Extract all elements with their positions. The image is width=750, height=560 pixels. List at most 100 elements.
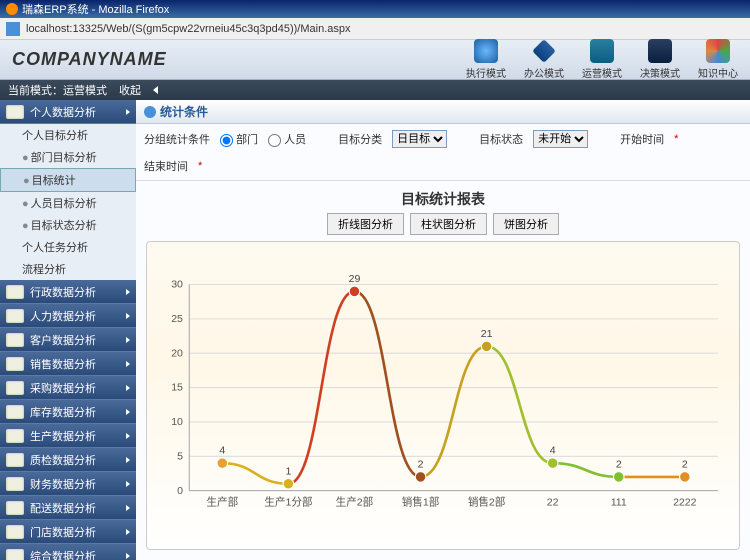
- sidebar-row-11[interactable]: 门店数据分析: [0, 520, 136, 544]
- svg-text:4: 4: [219, 445, 225, 457]
- chart-tab-0[interactable]: 折线图分析: [327, 213, 404, 235]
- folder-icon: [6, 429, 24, 443]
- class-select[interactable]: 日目标: [392, 130, 447, 148]
- folder-icon: [6, 549, 24, 560]
- favicon-icon: [6, 22, 20, 36]
- class-label: 目标分类: [338, 131, 382, 147]
- topnav-label: 决策模式: [640, 65, 680, 80]
- end-label: 结束时间: [144, 158, 188, 174]
- folder-icon: [6, 357, 24, 371]
- main-panel: 统计条件 分组统计条件 部门 人员 目标分类 日目标 目标状态 未开始 开始时间…: [136, 100, 750, 560]
- mode-bar: 当前模式：运营模式 收起: [0, 80, 750, 100]
- url-bar[interactable]: localhost:13325/Web/(S(gm5cpw22vrneiu45c…: [0, 18, 750, 40]
- topnav-label: 知识中心: [698, 65, 738, 80]
- topnav-4[interactable]: 知识中心: [698, 39, 738, 80]
- chevron-right-icon: [126, 109, 130, 115]
- status-label: 目标状态: [479, 131, 523, 147]
- sidebar-row-2[interactable]: 人力数据分析: [0, 304, 136, 328]
- topnav-icon: [706, 39, 730, 63]
- radio-dept[interactable]: 部门: [220, 131, 258, 147]
- topnav-icon: [474, 39, 498, 63]
- radio-person[interactable]: 人员: [268, 131, 306, 147]
- mode-label: 当前模式：运营模式: [8, 82, 107, 98]
- chart-tab-1[interactable]: 柱状图分析: [410, 213, 487, 235]
- topnav-icon: [532, 39, 556, 63]
- sub-item[interactable]: ●目标统计: [0, 168, 136, 192]
- sidebar: 个人数据分析个人目标分析●部门目标分析●目标统计●人员目标分析●目标状态分析个人…: [0, 100, 136, 560]
- svg-text:10: 10: [171, 416, 183, 428]
- svg-text:2: 2: [616, 458, 622, 470]
- collapse-button[interactable]: 收起: [119, 82, 141, 98]
- sidebar-row-9[interactable]: 财务数据分析: [0, 472, 136, 496]
- status-select[interactable]: 未开始: [533, 130, 588, 148]
- chevron-right-icon: [126, 481, 130, 487]
- svg-text:21: 21: [481, 328, 493, 340]
- browser-titlebar: 瑞森ERP系统 - Mozilla Firefox: [0, 0, 750, 18]
- sidebar-row-3[interactable]: 客户数据分析: [0, 328, 136, 352]
- sidebar-row-1[interactable]: 行政数据分析: [0, 280, 136, 304]
- filter-bar: 分组统计条件 部门 人员 目标分类 日目标 目标状态 未开始 开始时间* 结束时…: [136, 124, 750, 181]
- sub-tail[interactable]: 流程分析: [0, 258, 136, 280]
- chevron-right-icon: [126, 553, 130, 559]
- top-nav: 执行模式 办公模式运营模式 决策模式 知识中心: [466, 39, 738, 80]
- sidebar-label: 行政数据分析: [30, 284, 96, 300]
- topnav-label: 执行模式: [466, 65, 506, 80]
- sidebar-row-12[interactable]: 综合数据分析: [0, 544, 136, 560]
- sidebar-row-4[interactable]: 销售数据分析: [0, 352, 136, 376]
- topnav-2[interactable]: 运营模式: [582, 39, 622, 80]
- folder-icon: [6, 105, 24, 119]
- chevron-right-icon: [126, 337, 130, 343]
- topnav-0[interactable]: 执行模式: [466, 39, 506, 80]
- sidebar-row-7[interactable]: 生产数据分析: [0, 424, 136, 448]
- chevron-right-icon: [126, 457, 130, 463]
- svg-text:4: 4: [550, 445, 556, 457]
- sidebar-row-6[interactable]: 库存数据分析: [0, 400, 136, 424]
- svg-text:生产部: 生产部: [206, 495, 238, 508]
- topnav-1[interactable]: 办公模式: [524, 39, 564, 80]
- sub-head[interactable]: 个人目标分析: [0, 124, 136, 146]
- firefox-icon: [6, 3, 18, 15]
- required-star: *: [674, 133, 678, 145]
- folder-icon: [6, 525, 24, 539]
- chevron-right-icon: [126, 361, 130, 367]
- sidebar-row-8[interactable]: 质检数据分析: [0, 448, 136, 472]
- svg-text:2222: 2222: [673, 496, 697, 508]
- folder-icon: [6, 501, 24, 515]
- collapse-icon[interactable]: [153, 86, 158, 94]
- svg-text:2: 2: [418, 458, 424, 470]
- sidebar-row-5[interactable]: 采购数据分析: [0, 376, 136, 400]
- required-star: *: [198, 160, 202, 172]
- chevron-right-icon: [126, 385, 130, 391]
- topnav-label: 运营模式: [582, 65, 622, 80]
- group-label: 分组统计条件: [144, 131, 210, 147]
- folder-icon: [6, 333, 24, 347]
- svg-text:29: 29: [349, 273, 361, 285]
- chart-tab-2[interactable]: 饼图分析: [493, 213, 559, 235]
- svg-text:销售2部: 销售2部: [468, 495, 506, 508]
- chevron-right-icon: [126, 505, 130, 511]
- folder-icon: [6, 381, 24, 395]
- topnav-icon: [590, 39, 614, 63]
- sidebar-row-0[interactable]: 个人数据分析: [0, 100, 136, 124]
- svg-text:30: 30: [171, 279, 183, 291]
- sidebar-label: 客户数据分析: [30, 332, 96, 348]
- sub-item[interactable]: ●目标状态分析: [0, 214, 136, 236]
- folder-icon: [6, 477, 24, 491]
- svg-text:25: 25: [171, 313, 183, 325]
- sidebar-row-10[interactable]: 配送数据分析: [0, 496, 136, 520]
- panel-title: 统计条件: [160, 103, 208, 120]
- topnav-3[interactable]: 决策模式: [640, 39, 680, 80]
- line-chart: 0510152025304129221422生产部生产1分部生产2部销售1部销售…: [147, 242, 739, 549]
- report-area: 目标统计报表 折线图分析柱状图分析饼图分析 051015202530412922…: [136, 181, 750, 560]
- sidebar-label: 人力数据分析: [30, 308, 96, 324]
- report-title: 目标统计报表: [146, 189, 740, 209]
- sub-item[interactable]: ●部门目标分析: [0, 146, 136, 168]
- sub-tail[interactable]: 个人任务分析: [0, 236, 136, 258]
- sidebar-label: 采购数据分析: [30, 380, 96, 396]
- svg-text:销售1部: 销售1部: [402, 495, 440, 508]
- svg-text:2: 2: [682, 458, 688, 470]
- svg-text:生产2部: 生产2部: [336, 495, 374, 508]
- sub-item[interactable]: ●人员目标分析: [0, 192, 136, 214]
- svg-text:生产1分部: 生产1分部: [264, 495, 312, 508]
- svg-text:20: 20: [171, 347, 183, 359]
